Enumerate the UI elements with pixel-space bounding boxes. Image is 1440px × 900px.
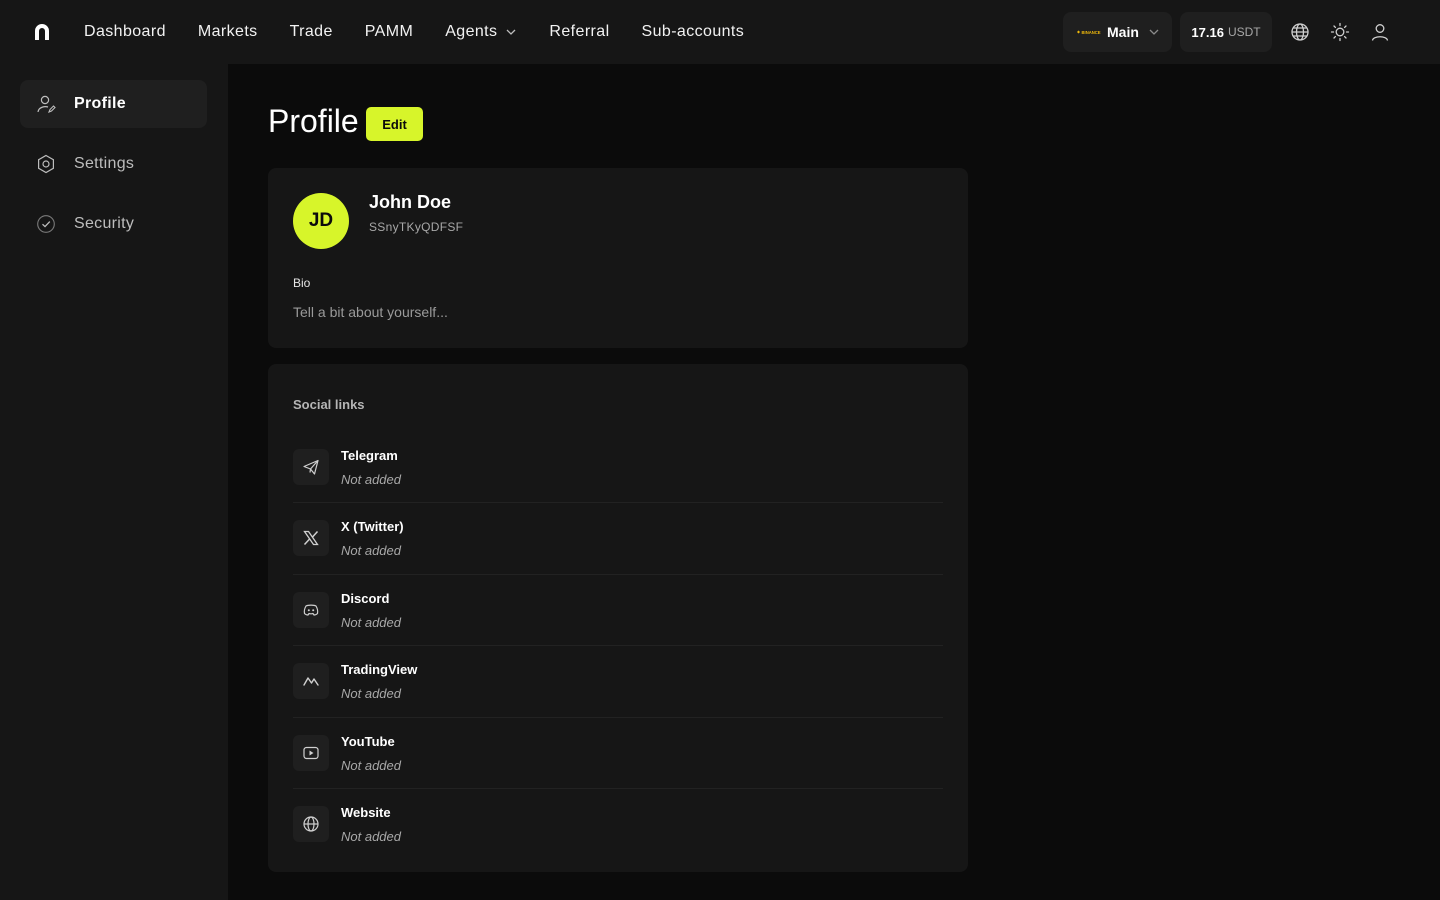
nav-markets[interactable]: Markets xyxy=(198,23,258,41)
sun-icon[interactable] xyxy=(1330,22,1350,42)
page-title: Profile xyxy=(268,103,359,139)
nav-dashboard[interactable]: Dashboard xyxy=(84,23,166,41)
social-item-x-twitter[interactable]: X (Twitter) Not added xyxy=(293,503,943,575)
social-name: TradingView xyxy=(341,662,418,678)
user-id: SSnyTKyQDFSF xyxy=(369,220,464,234)
chevron-down-icon xyxy=(506,29,516,35)
x-twitter-icon xyxy=(303,531,319,546)
nav-agents[interactable]: Agents xyxy=(445,23,517,41)
bio-label: Bio xyxy=(293,276,311,290)
app-logo-icon[interactable] xyxy=(30,20,54,44)
youtube-icon xyxy=(303,746,319,759)
social-name: X (Twitter) xyxy=(341,519,404,535)
social-status: Not added xyxy=(341,686,401,702)
discord-icon xyxy=(303,604,319,616)
social-status: Not added xyxy=(341,472,401,487)
sidebar-item-security[interactable]: Security xyxy=(20,200,207,248)
top-bar: Dashboard Markets Trade PAMM Agents Refe… xyxy=(0,0,1440,64)
social-item-telegram[interactable]: Telegram Not added xyxy=(293,432,943,504)
user-edit-icon xyxy=(37,95,56,113)
social-links-card: Social links Telegram Not added X (Twitt… xyxy=(268,364,968,872)
settings-icon xyxy=(38,154,54,174)
social-name: YouTube xyxy=(341,733,395,749)
sidebar-item-profile[interactable]: Profile xyxy=(20,80,207,128)
svg-text:BINANCE: BINANCE xyxy=(1082,30,1101,35)
globe-icon xyxy=(303,816,319,832)
balance-display[interactable]: 17.16 USDT xyxy=(1180,12,1272,52)
social-name: Website xyxy=(341,804,391,820)
nav-sub-accounts[interactable]: Sub-accounts xyxy=(642,23,745,41)
binance-logo: BINANCE xyxy=(1075,27,1101,37)
account-selector[interactable]: BINANCE Main xyxy=(1063,12,1172,52)
globe-icon[interactable] xyxy=(1290,22,1310,42)
social-name: Discord xyxy=(341,590,390,606)
social-item-website[interactable]: Website Not added xyxy=(293,789,943,860)
account-label: Main xyxy=(1107,24,1139,40)
social-links-title: Social links xyxy=(293,397,365,412)
sidebar: Profile Settings Security xyxy=(0,64,228,900)
sidebar-item-settings[interactable]: Settings xyxy=(20,140,207,188)
user-icon[interactable] xyxy=(1370,22,1390,42)
social-item-discord[interactable]: Discord Not added xyxy=(293,575,943,647)
chevron-down-icon xyxy=(1149,29,1159,35)
bio-placeholder: Tell a bit about yourself... xyxy=(293,304,448,320)
nav-trade[interactable]: Trade xyxy=(290,23,333,41)
edit-button[interactable]: Edit xyxy=(366,107,423,141)
nav-referral[interactable]: Referral xyxy=(549,23,609,41)
telegram-icon xyxy=(303,459,319,475)
balance-amount: 17.16 xyxy=(1191,24,1224,40)
shield-check-icon xyxy=(37,215,55,233)
social-links-list: Telegram Not added X (Twitter) Not added xyxy=(293,432,943,860)
main-nav: Dashboard Markets Trade PAMM Agents Refe… xyxy=(84,0,776,64)
social-name: Telegram xyxy=(341,448,398,463)
balance-currency: USDT xyxy=(1227,25,1261,39)
tradingview-icon xyxy=(303,677,319,686)
profile-card: JD John Doe SSnyTKyQDFSF Bio Tell a bit … xyxy=(268,168,968,348)
social-status: Not added xyxy=(341,543,401,559)
user-name: John Doe xyxy=(369,192,452,212)
social-status: Not added xyxy=(341,828,401,844)
social-status: Not added xyxy=(341,757,401,773)
social-status: Not added xyxy=(341,614,401,630)
avatar: JD xyxy=(293,193,349,249)
social-item-tradingview[interactable]: TradingView Not added xyxy=(293,646,943,718)
nav-pamm[interactable]: PAMM xyxy=(365,23,413,41)
social-item-youtube[interactable]: YouTube Not added xyxy=(293,718,943,789)
